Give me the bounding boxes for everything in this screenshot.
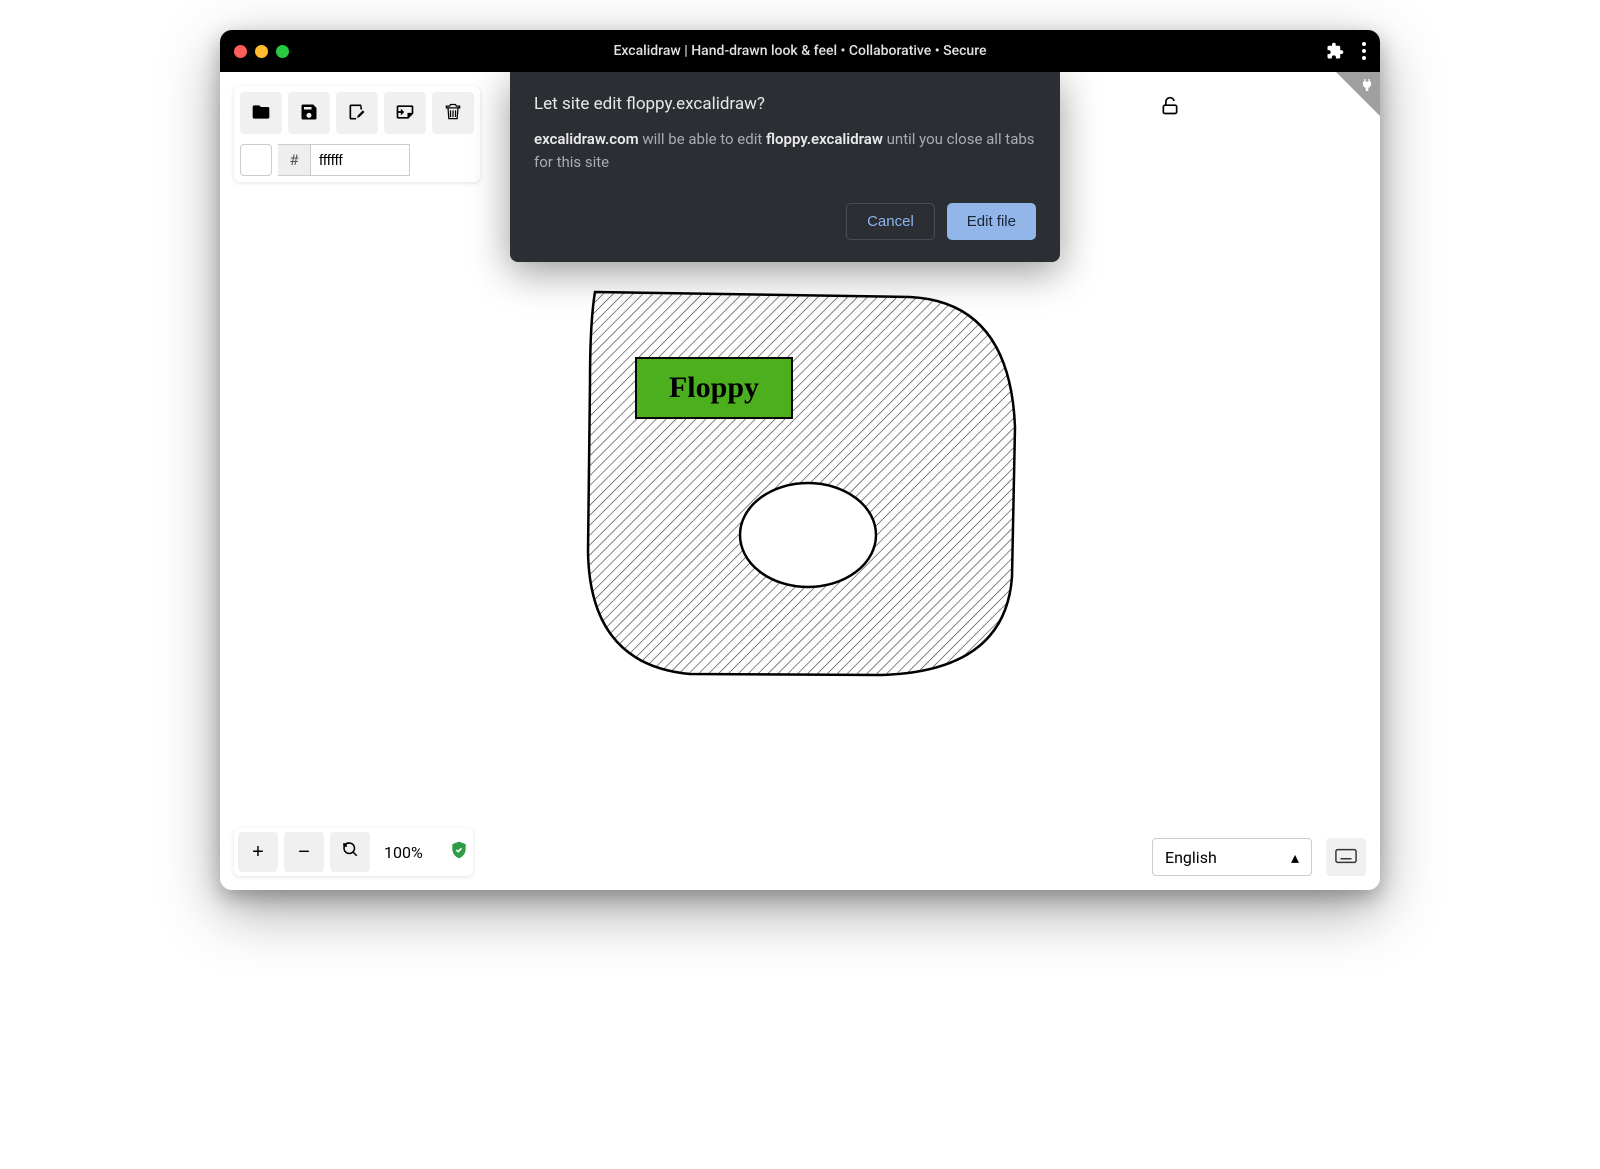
top-toolbar: #: [234, 86, 480, 182]
keyboard-icon: [1335, 848, 1357, 867]
export-button[interactable]: [384, 92, 426, 134]
canvas-label-text: Floppy: [669, 371, 759, 405]
zoom-controls: + − 100%: [234, 828, 473, 876]
traffic-lights: [234, 45, 289, 58]
edit-file-button[interactable]: Edit file: [947, 203, 1036, 240]
extensions-icon[interactable]: [1326, 42, 1344, 60]
color-swatch[interactable]: [240, 144, 272, 176]
app-window: Excalidraw | Hand-drawn look & feel • Co…: [220, 30, 1380, 890]
open-button[interactable]: [240, 92, 282, 134]
save-button[interactable]: [288, 92, 330, 134]
browser-menu-icon[interactable]: [1362, 42, 1366, 60]
save-icon: [299, 102, 319, 125]
maximize-window-button[interactable]: [276, 45, 289, 58]
minus-icon: −: [298, 841, 310, 864]
lock-icon[interactable]: [1160, 96, 1180, 120]
zoom-reset-icon: [341, 840, 359, 864]
window-title: Excalidraw | Hand-drawn look & feel • Co…: [613, 43, 986, 59]
bottom-right-controls: English ▴: [1152, 838, 1366, 876]
plus-icon: +: [252, 841, 264, 864]
language-selected: English: [1165, 848, 1217, 867]
shield-icon[interactable]: [449, 840, 469, 865]
close-window-button[interactable]: [234, 45, 247, 58]
permission-title: Let site edit floppy.excalidraw?: [534, 94, 1036, 114]
keyboard-shortcuts-button[interactable]: [1326, 838, 1366, 876]
save-edit-icon: [347, 102, 367, 125]
zoom-percent: 100%: [376, 843, 431, 862]
language-select[interactable]: English ▴: [1152, 838, 1312, 876]
permission-filename: floppy.excalidraw: [766, 130, 883, 148]
zoom-in-button[interactable]: +: [238, 832, 278, 872]
zoom-reset-button[interactable]: [330, 832, 370, 872]
cancel-button[interactable]: Cancel: [846, 203, 935, 240]
folder-open-icon: [251, 102, 271, 125]
titlebar: Excalidraw | Hand-drawn look & feel • Co…: [220, 30, 1380, 72]
chevron-up-icon: ▴: [1291, 848, 1299, 867]
export-icon: [395, 102, 415, 125]
minimize-window-button[interactable]: [255, 45, 268, 58]
plug-icon[interactable]: [1359, 77, 1375, 97]
permission-dialog: Let site edit floppy.excalidraw? excalid…: [510, 72, 1060, 262]
save-as-button[interactable]: [336, 92, 378, 134]
delete-button[interactable]: [432, 92, 474, 134]
background-color-row: #: [240, 144, 474, 176]
hash-label: #: [278, 144, 310, 176]
permission-description: excalidraw.com will be able to edit flop…: [534, 128, 1036, 175]
canvas-label-floppy[interactable]: Floppy: [635, 357, 793, 419]
app-body: # Floppy: [220, 72, 1380, 890]
canvas-drawing-floppy[interactable]: [580, 287, 1025, 682]
trash-icon: [443, 102, 463, 125]
permission-domain: excalidraw.com: [534, 130, 639, 148]
color-hex-input[interactable]: [310, 144, 410, 176]
zoom-out-button[interactable]: −: [284, 832, 324, 872]
